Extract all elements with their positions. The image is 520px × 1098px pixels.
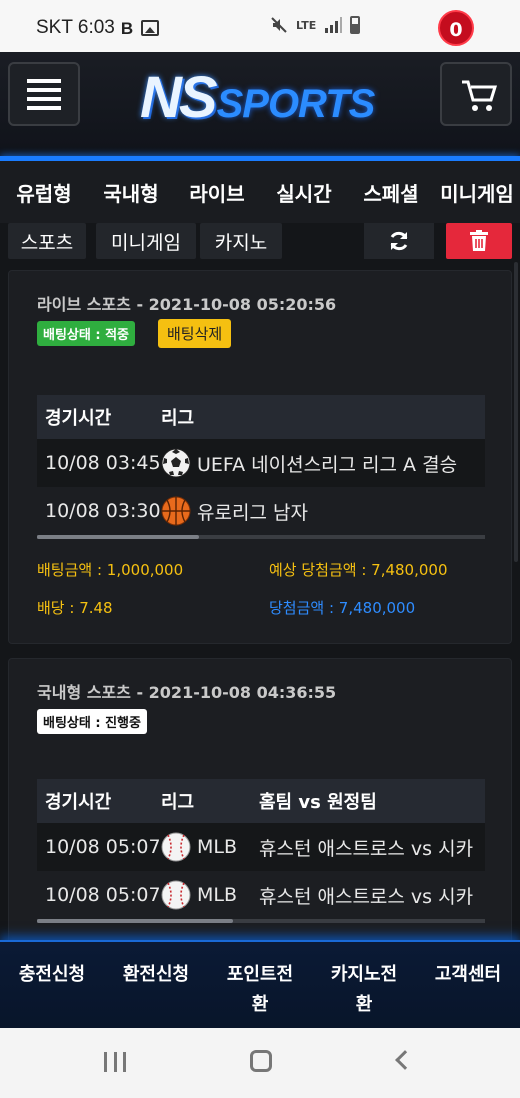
bottom-action-bar: 충전신청 환전신청 포인트전 환 카지노전 환 고객센터 bbox=[0, 940, 520, 1028]
bet-table: 경기시간 리그 홈팀 vs 원정팀 10/08 05:07 MLB 휴스턴 애스… bbox=[37, 779, 485, 923]
subtab-minigame[interactable]: 미니게임 bbox=[96, 223, 196, 259]
row-time: 10/08 05:07 bbox=[45, 836, 161, 858]
b-app-icon: B bbox=[120, 18, 134, 38]
subtab-sports[interactable]: 스포츠 bbox=[8, 223, 86, 259]
refresh-button[interactable] bbox=[364, 223, 434, 259]
row-time: 10/08 05:07 bbox=[45, 884, 161, 906]
bottom-label: 카지노전 bbox=[330, 964, 398, 985]
hamburger-menu-button[interactable] bbox=[8, 62, 80, 126]
row-league: MLB bbox=[197, 836, 238, 858]
tab-live[interactable]: 라이브 bbox=[174, 178, 260, 207]
header-time: 경기시간 bbox=[45, 792, 112, 813]
battery-icon bbox=[350, 16, 361, 34]
table-row: 10/08 03:45 UEFA 네이션스리그 리그 A 결승 bbox=[37, 439, 485, 487]
logo-sports: SPORTS bbox=[216, 81, 376, 126]
menu-bar-icon bbox=[27, 78, 61, 83]
menu-bar-icon bbox=[27, 87, 61, 92]
table-header: 경기시간 리그 홈팀 vs 원정팀 bbox=[37, 779, 485, 823]
mute-icon bbox=[271, 17, 287, 33]
header-league: 리그 bbox=[161, 792, 195, 813]
tab-domestic[interactable]: 국내형 bbox=[88, 178, 174, 207]
carrier-time: SKT 6:03 bbox=[36, 17, 115, 38]
tab-minigame[interactable]: 미니게임 bbox=[434, 178, 520, 207]
row-time: 10/08 03:45 bbox=[45, 452, 161, 474]
row-league-cell: 유로리그 남자 bbox=[161, 496, 308, 526]
baseball-icon bbox=[161, 880, 191, 910]
tab-european[interactable]: 유럽형 bbox=[0, 178, 88, 207]
tab-special[interactable]: 스페셜 bbox=[348, 178, 434, 207]
row-match: 휴스턴 애스트로스 vs 시카 bbox=[259, 837, 474, 860]
row-league: 유로리그 남자 bbox=[197, 501, 308, 524]
bet-card-live: 라이브 스포츠 - 2021-10-08 05:20:56 배팅상태 : 적중 … bbox=[8, 270, 512, 644]
menu-bar-icon bbox=[27, 96, 61, 101]
ns-sports-logo[interactable]: NS SPORTS bbox=[140, 64, 380, 130]
logo-ns: NS bbox=[140, 64, 218, 130]
charge-request-button[interactable]: 충전신청 bbox=[0, 942, 104, 1028]
row-league: UEFA 네이션스리그 리그 A 결승 bbox=[197, 453, 458, 476]
page-scrollbar[interactable] bbox=[514, 262, 518, 562]
casino-conversion-button[interactable]: 카지노전 환 bbox=[312, 942, 416, 1028]
row-time: 10/08 03:30 bbox=[45, 500, 161, 522]
header-time: 경기시간 bbox=[45, 408, 112, 429]
basketball-icon bbox=[161, 496, 191, 526]
signal-icon bbox=[325, 17, 343, 33]
baseball-icon bbox=[161, 832, 191, 862]
bottom-label-line2: 환 bbox=[355, 994, 373, 1015]
status-badge: 배팅상태 : 적중 bbox=[37, 321, 136, 346]
recent-apps-icon[interactable] bbox=[104, 1052, 126, 1072]
customer-center-button[interactable]: 고객센터 bbox=[416, 942, 520, 1028]
horizontal-scrollbar[interactable] bbox=[37, 535, 485, 539]
status-badge: 배팅상태 : 진행중 bbox=[37, 709, 147, 734]
soccer-ball-icon bbox=[161, 448, 191, 478]
bottom-label: 포인트전 bbox=[226, 964, 294, 985]
bottom-label: 환전신청 bbox=[122, 964, 190, 985]
cart-icon bbox=[462, 80, 498, 111]
main-nav: 유럽형 국내형 라이브 실시간 스페셜 미니게임 bbox=[0, 161, 520, 223]
table-row: 10/08 05:07 MLB 휴스턴 애스트로스 vs 시카 bbox=[37, 823, 485, 871]
bottom-label-line2: 환 bbox=[251, 994, 269, 1015]
table-header: 경기시간 리그 bbox=[37, 395, 485, 439]
row-league-cell: MLB bbox=[161, 832, 259, 862]
header: NS SPORTS bbox=[0, 52, 520, 158]
scrollbar-thumb[interactable] bbox=[37, 535, 199, 539]
bottom-label: 고객센터 bbox=[434, 964, 502, 985]
cart-button[interactable] bbox=[440, 62, 512, 126]
table-row: 10/08 05:07 MLB 휴스턴 애스트로스 vs 시카 bbox=[37, 871, 485, 919]
home-icon[interactable] bbox=[250, 1050, 272, 1072]
gallery-icon bbox=[140, 20, 159, 36]
sub-tabs: 스포츠 미니게임 카지노 bbox=[0, 223, 520, 263]
bet-amount: 배팅금액 : 1,000,000 bbox=[37, 561, 184, 579]
android-nav-bar bbox=[0, 1028, 520, 1098]
header-league: 리그 bbox=[161, 408, 195, 429]
row-league-cell: MLB bbox=[161, 880, 259, 910]
bet-card-title: 라이브 스포츠 - 2021-10-08 05:20:56 bbox=[37, 295, 337, 314]
point-conversion-button[interactable]: 포인트전 환 bbox=[208, 942, 312, 1028]
menu-bar-icon bbox=[27, 105, 61, 110]
expected-win-amount: 예상 당첨금액 : 7,480,000 bbox=[269, 561, 448, 579]
refresh-icon bbox=[390, 231, 408, 251]
tab-realtime[interactable]: 실시간 bbox=[260, 178, 348, 207]
header-match: 홈팀 vs 원정팀 bbox=[259, 792, 377, 813]
odds: 배당 : 7.48 bbox=[37, 599, 113, 617]
scrollbar-thumb[interactable] bbox=[37, 919, 233, 923]
lte-label: LTE bbox=[296, 18, 317, 32]
delete-bet-button[interactable]: 배팅삭제 bbox=[158, 319, 232, 348]
horizontal-scrollbar[interactable] bbox=[37, 919, 485, 923]
bet-card-title: 국내형 스포츠 - 2021-10-08 04:36:55 bbox=[37, 683, 337, 702]
cart-count-badge: 0 bbox=[438, 10, 474, 46]
back-icon[interactable] bbox=[395, 1050, 415, 1070]
delete-all-button[interactable] bbox=[446, 223, 512, 259]
bet-card-domestic: 국내형 스포츠 - 2021-10-08 04:36:55 배팅상태 : 진행중… bbox=[8, 658, 512, 948]
bottom-label: 충전신청 bbox=[18, 964, 86, 985]
row-league: MLB bbox=[197, 884, 238, 906]
subtab-casino[interactable]: 카지노 bbox=[200, 223, 282, 259]
trash-icon bbox=[470, 230, 488, 251]
row-league-cell: UEFA 네이션스리그 리그 A 결승 bbox=[161, 448, 457, 478]
exchange-request-button[interactable]: 환전신청 bbox=[104, 942, 208, 1028]
win-amount: 당첨금액 : 7,480,000 bbox=[269, 599, 416, 617]
bet-table: 경기시간 리그 10/08 03:45 UEFA 네이션스리그 리그 A 결승 … bbox=[37, 395, 485, 539]
table-row: 10/08 03:30 유로리그 남자 bbox=[37, 487, 485, 535]
row-match: 휴스턴 애스트로스 vs 시카 bbox=[259, 885, 474, 908]
